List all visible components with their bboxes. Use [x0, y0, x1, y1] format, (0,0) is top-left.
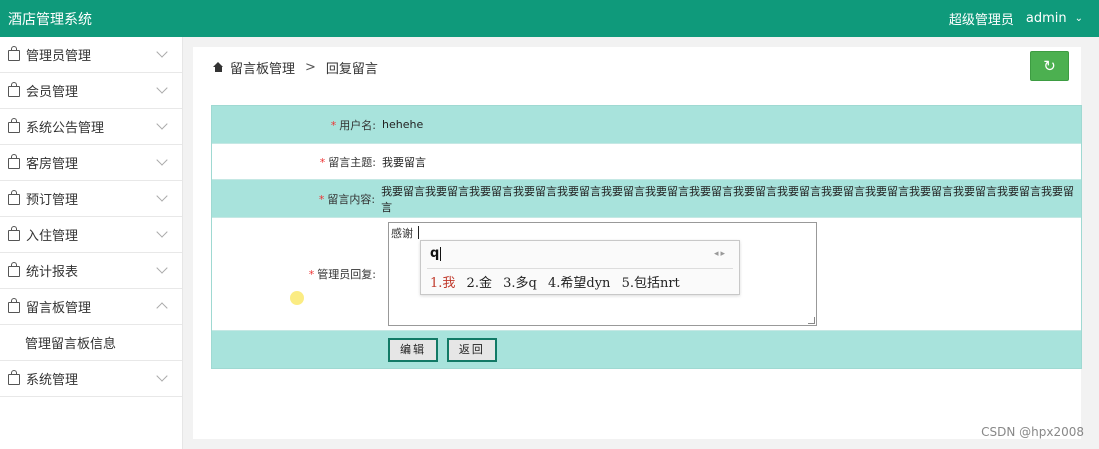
sidebar-item-bookings[interactable]: 预订管理	[0, 181, 182, 217]
required-mark: *	[318, 192, 325, 206]
text-cursor	[418, 226, 419, 239]
main-area: 留言板管理 > 回复留言 ↻ * 用户名: hehehe * 留言主题: 我要留言 …	[183, 37, 1099, 449]
reply-text: 感谢	[391, 227, 413, 240]
sidebar-item-label: 客房管理	[26, 157, 79, 172]
reply-label: 管理员回复:	[317, 268, 376, 281]
sidebar-item-label: 系统管理	[26, 373, 79, 388]
sidebar-item-rooms[interactable]: 客房管理	[0, 145, 182, 181]
required-mark: *	[308, 268, 315, 281]
username-value: hehehe	[382, 118, 424, 131]
ime-candidate[interactable]: 1.我	[430, 276, 455, 291]
bag-icon	[8, 82, 20, 97]
chevron-down-icon	[156, 262, 168, 274]
subject-label: 留言主题:	[328, 155, 376, 169]
username-label: 用户名:	[339, 118, 376, 132]
form-row-content: * 留言内容: 我要留言我要留言我要留言我要留言我要留言我要留言我要留言我要留言我…	[212, 180, 1081, 218]
chevron-down-icon	[156, 226, 168, 238]
sidebar-subitem-manage-messages[interactable]: 管理留言板信息	[0, 325, 182, 361]
sidebar: 管理员管理 会员管理 系统公告管理 客房管理 预订管理 入住管理 统计报表 留言…	[0, 37, 183, 449]
home-icon	[213, 62, 224, 72]
ime-candidate[interactable]: 4.希望dyn	[548, 276, 610, 291]
ime-candidate[interactable]: 5.包括nrt	[622, 276, 680, 291]
sidebar-item-admin[interactable]: 管理员管理	[0, 37, 182, 73]
bag-icon	[8, 154, 20, 169]
form-row-subject: * 留言主题: 我要留言	[212, 144, 1081, 180]
sidebar-item-label: 统计报表	[26, 265, 79, 280]
chevron-up-icon	[156, 302, 168, 314]
edit-button[interactable]: 编辑	[388, 337, 438, 362]
bag-icon	[8, 262, 20, 277]
form-row-username: * 用户名: hehehe	[212, 106, 1081, 144]
bag-icon	[8, 118, 20, 133]
bag-icon	[8, 226, 20, 241]
sidebar-item-system[interactable]: 系统管理	[0, 361, 182, 397]
sidebar-item-label: 留言板管理	[26, 301, 92, 316]
sidebar-item-checkin[interactable]: 入住管理	[0, 217, 182, 253]
ime-candidate[interactable]: 2.金	[467, 276, 492, 291]
ime-caret	[440, 247, 441, 261]
chevron-down-icon	[156, 118, 168, 130]
ime-composition: q	[430, 246, 440, 261]
breadcrumb-current: 回复留言	[325, 61, 378, 77]
resize-handle-icon[interactable]	[808, 317, 815, 324]
refresh-icon: ↻	[1043, 57, 1056, 75]
user-role: 超级管理员	[948, 13, 1014, 28]
chevron-down-icon	[156, 154, 168, 166]
top-bar: 酒店管理系统 超级管理员 admin ⌄	[0, 0, 1099, 37]
sidebar-item-label: 管理员管理	[26, 49, 92, 64]
back-button[interactable]: 返回	[446, 337, 497, 362]
user-menu[interactable]: 超级管理员 admin ⌄	[949, 9, 1083, 28]
ime-candidate[interactable]: 3.多q	[503, 276, 537, 291]
sidebar-item-messageboard[interactable]: 留言板管理	[0, 289, 182, 325]
ime-candidate-window: q ◂▸ 1.我 2.金 3.多q 4.希望dyn 5.包括nrt	[420, 240, 740, 295]
mouse-pointer-highlight	[290, 291, 304, 305]
app-title: 酒店管理系统	[8, 12, 92, 28]
chevron-down-icon	[156, 370, 168, 382]
form-panel: * 用户名: hehehe * 留言主题: 我要留言 * 留言内容: 我要留言我要留言…	[193, 87, 1082, 439]
breadcrumb-home[interactable]: 留言板管理	[230, 58, 295, 77]
user-name: admin	[1025, 11, 1067, 26]
ime-candidates: 1.我 2.金 3.多q 4.希望dyn 5.包括nrt	[430, 272, 687, 291]
watermark: CSDN @hpx2008	[981, 425, 1084, 439]
form-row-actions: 编辑 返回	[212, 331, 1081, 368]
chevron-down-icon[interactable]: ⌄	[1075, 13, 1083, 24]
breadcrumb: 留言板管理 > 回复留言 ↻	[193, 47, 1081, 88]
form-row-reply: * 管理员回复: 感谢 q ◂▸ 1.我 2.金 3.多q 4.希望dyn 5.…	[212, 218, 1081, 331]
bag-icon	[8, 46, 20, 61]
chevron-down-icon	[156, 190, 168, 202]
bag-icon	[8, 370, 20, 385]
sidebar-item-label: 会员管理	[26, 85, 79, 100]
sidebar-item-label: 预订管理	[26, 193, 79, 208]
refresh-button[interactable]: ↻	[1030, 51, 1069, 81]
sidebar-item-members[interactable]: 会员管理	[0, 73, 182, 109]
required-mark: *	[330, 118, 337, 132]
content-label: 留言内容:	[327, 192, 376, 206]
sidebar-item-label: 系统公告管理	[26, 121, 105, 136]
sidebar-item-announcements[interactable]: 系统公告管理	[0, 109, 182, 145]
bag-icon	[8, 190, 20, 205]
sidebar-item-reports[interactable]: 统计报表	[0, 253, 182, 289]
sidebar-item-label: 入住管理	[26, 229, 79, 244]
required-mark: *	[319, 155, 326, 169]
chevron-down-icon	[156, 46, 168, 58]
content-value: 我要留言我要留言我要留言我要留言我要留言我要留言我要留言我要留言我要留言我要留言…	[381, 184, 1075, 214]
ime-page-arrows-icon[interactable]: ◂▸	[714, 249, 727, 259]
reply-textarea[interactable]: 感谢 q ◂▸ 1.我 2.金 3.多q 4.希望dyn 5.包括nrt	[388, 222, 817, 326]
breadcrumb-separator: >	[305, 59, 316, 75]
chevron-down-icon	[156, 82, 168, 94]
bag-icon	[8, 298, 20, 313]
reply-form: * 用户名: hehehe * 留言主题: 我要留言 * 留言内容: 我要留言我要留言…	[211, 105, 1082, 369]
subject-value: 我要留言	[382, 155, 426, 169]
